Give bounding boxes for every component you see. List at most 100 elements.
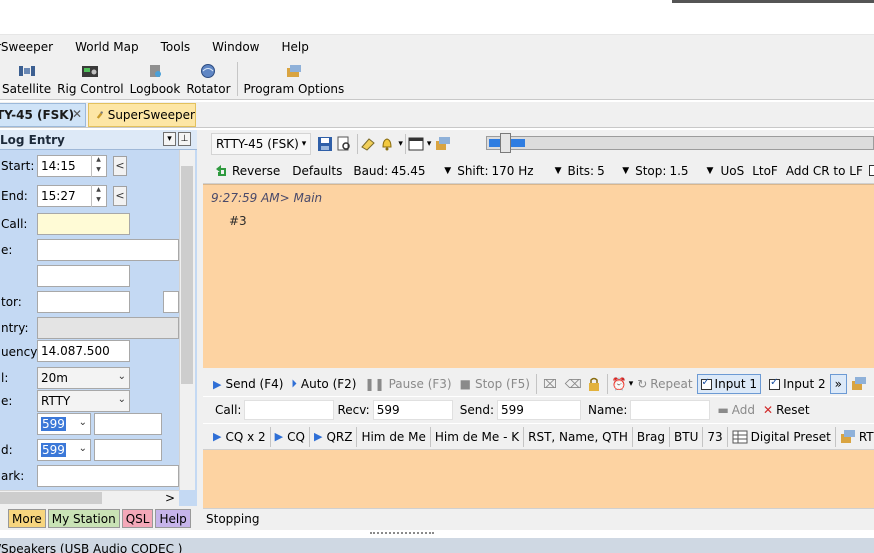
logbook-button[interactable]: Logbook: [127, 58, 184, 99]
operator-extra-field[interactable]: [163, 291, 179, 313]
close-icon[interactable]: ✕: [72, 107, 82, 121]
menu-supersweeper[interactable]: rSweeper: [0, 40, 64, 54]
window-layout-icon[interactable]: [408, 136, 424, 152]
band-select[interactable]: 20m ⌄: [37, 367, 130, 389]
satellite-button[interactable]: Satellite: [0, 58, 54, 99]
menu-tools[interactable]: Tools: [150, 40, 202, 54]
qso-call-input[interactable]: [244, 400, 335, 420]
options-icon[interactable]: [435, 136, 451, 152]
rotator-button[interactable]: Rotator: [183, 58, 233, 99]
ltof-button[interactable]: LtoF: [748, 160, 782, 182]
add-button[interactable]: ▬ Add: [713, 399, 759, 421]
overflow-button[interactable]: »: [829, 374, 847, 394]
name-field[interactable]: [37, 239, 179, 261]
chevron-down-icon[interactable]: ▾: [427, 139, 432, 149]
repeat-button[interactable]: ↻ Repeat: [633, 373, 696, 395]
qso-name-input[interactable]: [630, 400, 711, 420]
title-strip: [0, 0, 874, 34]
start-time-spinner[interactable]: ▲ ▼: [91, 155, 105, 177]
macro-rst-name-qth[interactable]: RST, Name, QTH: [524, 426, 632, 448]
input-1-toggle[interactable]: Input 1: [696, 374, 762, 394]
level-slider[interactable]: [486, 136, 874, 150]
preview-icon[interactable]: [336, 136, 352, 152]
bits-select[interactable]: 5 ▼: [597, 164, 629, 178]
rst-sent-select[interactable]: 599 ⌄: [37, 413, 91, 435]
clear-format-icon[interactable]: ⌧: [543, 377, 557, 391]
tab-more[interactable]: More: [8, 508, 46, 528]
defaults-button[interactable]: Defaults: [288, 160, 346, 182]
add-cr-checkbox[interactable]: [868, 165, 874, 176]
qso-send-input[interactable]: 599: [497, 400, 581, 420]
macro-brag[interactable]: Brag: [633, 426, 669, 448]
menu-world-map[interactable]: World Map: [64, 40, 150, 54]
macro-him-de-me-k[interactable]: Him de Me - K: [431, 426, 523, 448]
frequency-label: uency:: [1, 345, 41, 359]
rst-rcvd-extra-field[interactable]: [94, 439, 162, 461]
start-now-button[interactable]: <: [113, 156, 127, 176]
menu-window[interactable]: Window: [201, 40, 270, 54]
save-icon[interactable]: [317, 136, 333, 152]
qth-field[interactable]: [37, 265, 130, 287]
end-time-spinner[interactable]: ▲ ▼: [91, 185, 105, 207]
input-2-toggle[interactable]: Input 2: [765, 373, 830, 395]
chevron-down-icon[interactable]: ▾: [398, 139, 403, 149]
lock-icon[interactable]: [586, 376, 602, 392]
macro-73[interactable]: 73: [703, 426, 726, 448]
macro-cq[interactable]: ▶ CQ: [271, 426, 309, 448]
macro-rt[interactable]: RT: [836, 426, 874, 448]
operator-field[interactable]: [37, 291, 130, 313]
tab-help[interactable]: Help: [155, 508, 191, 528]
double-chevron-icon: »: [834, 377, 842, 391]
reset-button[interactable]: ✕ Reset: [759, 399, 814, 421]
mode-dropdown[interactable]: RTTY-45 (FSK) ▾: [211, 133, 312, 155]
receive-window[interactable]: [203, 184, 874, 368]
mode-dropdown-label: RTTY-45 (FSK): [216, 137, 299, 151]
pause-button[interactable]: ❚❚ Pause (F3): [360, 373, 455, 395]
digital-preset-button[interactable]: Digital Preset: [728, 426, 835, 448]
rig-control-button[interactable]: Rig Control: [54, 58, 126, 99]
macro-him-de-me[interactable]: Him de Me: [357, 426, 429, 448]
end-now-button[interactable]: <: [113, 186, 127, 206]
scroll-right-icon[interactable]: >: [165, 491, 175, 505]
mode-select[interactable]: RTTY ⌄: [37, 390, 130, 412]
macro-btu[interactable]: BTU: [670, 426, 702, 448]
tab-rtty-label: TY-45 (FSK): [0, 108, 75, 122]
timer-icon[interactable]: ⏰: [612, 377, 627, 391]
macro-qrz[interactable]: ▶ QRZ: [310, 426, 356, 448]
macro-rt-label: RT: [858, 429, 874, 444]
panel-pin-icon[interactable]: ⊥: [178, 132, 191, 146]
shift-select[interactable]: 170 Hz ▼: [492, 164, 562, 178]
options-icon[interactable]: [851, 376, 867, 392]
menu-help[interactable]: Help: [271, 40, 320, 54]
tab-rtty-45[interactable]: TY-45 (FSK) ✕: [0, 103, 86, 127]
bell-icon[interactable]: [379, 136, 395, 152]
program-options-button[interactable]: Program Options: [241, 58, 348, 99]
remark-field[interactable]: [37, 465, 179, 487]
vertical-scrollbar-thumb[interactable]: [181, 166, 193, 384]
call-field[interactable]: [37, 213, 130, 235]
send-button[interactable]: ▶ Send (F4): [209, 373, 287, 395]
panel-dropdown-icon[interactable]: ▾: [163, 132, 176, 146]
reverse-button[interactable]: Reverse: [209, 160, 284, 182]
add-cr-to-lf-toggle[interactable]: Add CR to LF: [782, 160, 874, 182]
tab-supersweeper[interactable]: SuperSweeper: [88, 103, 196, 127]
rst-sent-extra-field[interactable]: [94, 413, 162, 435]
auto-button[interactable]: ⏵ Auto (F2): [287, 373, 360, 395]
resize-grip[interactable]: [370, 532, 434, 536]
macro-cq-x2[interactable]: ▶ CQ x 2: [209, 426, 270, 448]
frequency-field[interactable]: 14.087.500: [37, 340, 130, 362]
stop-select[interactable]: 1.5 ▼: [669, 164, 713, 178]
level-slider-thumb[interactable]: [500, 133, 511, 153]
tab-qsl[interactable]: QSL: [121, 508, 154, 528]
uos-button[interactable]: UoS: [716, 160, 748, 182]
horizontal-scrollbar-thumb[interactable]: [0, 492, 102, 504]
tab-my-station[interactable]: My Station: [47, 508, 120, 528]
baud-select[interactable]: 45.45 ▼: [391, 164, 451, 178]
eraser-icon[interactable]: [360, 136, 376, 152]
transmit-window[interactable]: [203, 450, 874, 508]
country-label: ntry:: [1, 321, 29, 335]
qso-recv-input[interactable]: 599: [372, 400, 453, 420]
stop-button[interactable]: ■ Stop (F5): [456, 373, 534, 395]
rst-rcvd-select[interactable]: 599 ⌄: [37, 439, 91, 461]
eraser-icon[interactable]: ⌫: [565, 377, 582, 391]
